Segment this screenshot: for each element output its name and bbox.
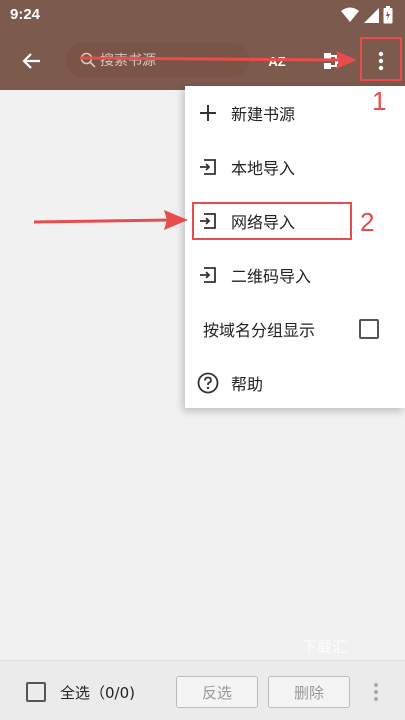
annotation-arrow-2 — [33, 210, 188, 230]
select-all-label: 全选（0/0) — [60, 684, 135, 702]
bottom-action-bar: 全选（0/0) 反选 删除 — [0, 660, 405, 720]
annotation-arrows — [33, 51, 357, 230]
watermark: 下载汇 — [302, 638, 348, 656]
annotation-label-2: 2 — [360, 207, 375, 237]
invert-selection-label: 反选 — [201, 683, 232, 702]
delete-label: 删除 — [293, 683, 324, 702]
annotation-box-1 — [360, 37, 402, 81]
delete-button[interactable]: 删除 — [268, 676, 350, 708]
annotation-arrow-1 — [79, 51, 357, 69]
bottom-more-button[interactable] — [366, 681, 386, 703]
annotation-box-2 — [192, 202, 352, 240]
invert-selection-button[interactable]: 反选 — [176, 676, 258, 708]
more-vert-icon — [374, 683, 378, 701]
select-all-checkbox[interactable] — [26, 682, 46, 702]
annotation-label-1: 1 — [372, 86, 387, 116]
